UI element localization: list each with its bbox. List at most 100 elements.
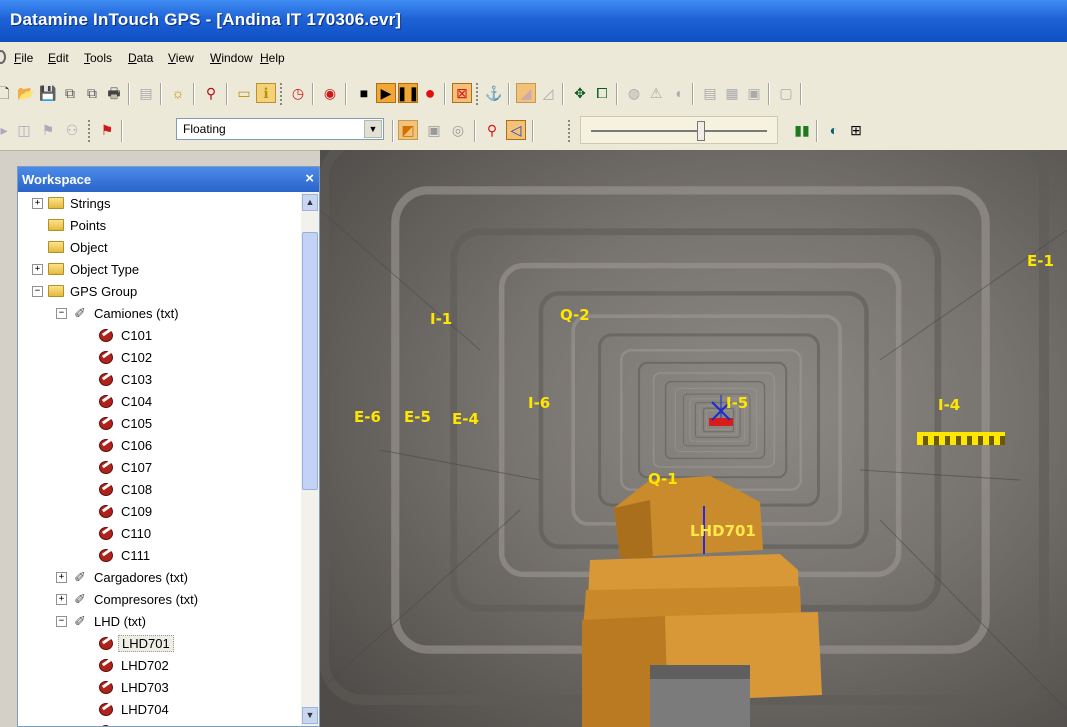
track-icon[interactable]: ▸ bbox=[0, 120, 14, 140]
collapse-icon[interactable]: − bbox=[56, 615, 67, 627]
speed-slider[interactable] bbox=[580, 116, 778, 144]
print-icon[interactable]: 🖶 bbox=[104, 83, 124, 103]
marker-icon[interactable]: ⚲ bbox=[201, 83, 221, 103]
tree-item-vehicle[interactable]: C111 bbox=[98, 544, 153, 566]
gps-target-icon[interactable]: ◉ bbox=[320, 83, 340, 103]
view-top-icon[interactable]: ◩ bbox=[398, 120, 418, 140]
flag-list-icon[interactable]: ⚑ bbox=[38, 120, 58, 140]
tree-item-vehicle[interactable]: C103 bbox=[98, 368, 155, 390]
tree-item-vehicle[interactable]: LHD701 bbox=[98, 632, 174, 654]
tree-item-vehicle[interactable]: LHD703 bbox=[98, 676, 172, 698]
menu-tools[interactable]: Tools bbox=[84, 51, 112, 65]
stop-icon[interactable]: ■ bbox=[354, 83, 374, 103]
warning-icon[interactable]: ⚠ bbox=[646, 83, 666, 103]
grid-c-icon[interactable]: ▣ bbox=[744, 83, 764, 103]
expand-icon[interactable]: + bbox=[32, 197, 43, 209]
new-file-icon[interactable]: 🗋 bbox=[0, 83, 14, 103]
expand-icon[interactable]: + bbox=[32, 263, 43, 275]
follow-icon[interactable]: ◢ bbox=[516, 83, 536, 103]
view-orbit-icon[interactable]: ◎ bbox=[448, 120, 468, 140]
flag-icon[interactable]: ⚑ bbox=[97, 120, 117, 140]
save-icon[interactable]: 💾 bbox=[38, 83, 58, 103]
record-icon[interactable]: ● bbox=[420, 83, 440, 103]
slider-thumb[interactable] bbox=[697, 121, 706, 141]
tree-item-vehicle[interactable]: C108 bbox=[98, 478, 155, 500]
ruler-icon[interactable]: ▭ bbox=[234, 83, 254, 103]
menu-edit[interactable]: Edit bbox=[48, 51, 69, 65]
play-icon[interactable]: ▶ bbox=[376, 83, 396, 103]
expand-icon[interactable]: + bbox=[56, 571, 67, 583]
view-front-icon[interactable]: ▣ bbox=[424, 120, 444, 140]
eye-icon[interactable]: ◍ bbox=[624, 83, 644, 103]
close-icon[interactable]: × bbox=[305, 170, 314, 187]
tree-item-folder[interactable]: − GPS Group bbox=[32, 280, 140, 302]
tree-item-vehicle[interactable]: LHD704 bbox=[98, 698, 172, 720]
scroll-thumb[interactable] bbox=[302, 232, 318, 490]
tree-item-label: C110 bbox=[121, 525, 152, 541]
view-direction-icon[interactable]: ◁ bbox=[506, 120, 526, 140]
preview-icon[interactable]: ▤ bbox=[136, 83, 156, 103]
info-tool-icon[interactable]: ℹ bbox=[256, 83, 276, 103]
chevron-down-icon[interactable]: ▼ bbox=[364, 120, 382, 138]
tree-item-label: LHD (txt) bbox=[94, 613, 146, 629]
tree-item-folder[interactable]: + Strings bbox=[32, 192, 113, 214]
tree-item-group[interactable]: − ✐ LHD (txt) bbox=[56, 610, 149, 632]
tree-item-group[interactable]: − ✐ Camiones (txt) bbox=[56, 302, 182, 324]
tree-item-vehicle[interactable]: LHD705 bbox=[98, 720, 172, 726]
tree-item-vehicle[interactable]: C104 bbox=[98, 390, 155, 412]
clock-record-icon[interactable]: ◷ bbox=[288, 83, 308, 103]
tree-item-vehicle[interactable]: C110 bbox=[98, 522, 154, 544]
menu-help[interactable]: Help bbox=[260, 51, 285, 65]
anchor-icon[interactable]: ⚓ bbox=[484, 83, 504, 103]
sound-icon[interactable]: ◖ bbox=[668, 83, 688, 103]
camera-icon[interactable]: ◫ bbox=[14, 120, 34, 140]
clear-icon[interactable]: ⊠ bbox=[452, 83, 472, 103]
workspace-scrollbar[interactable]: ▲ ▼ bbox=[301, 192, 319, 726]
collapse-icon[interactable]: − bbox=[56, 307, 67, 319]
grid-icon[interactable]: ⊞ bbox=[846, 120, 866, 140]
save-copy-icon[interactable]: ⧉ bbox=[82, 83, 102, 103]
tree-item-label: GPS Group bbox=[70, 283, 138, 299]
menu-window[interactable]: Window bbox=[210, 51, 253, 65]
scroll-up-icon[interactable]: ▲ bbox=[302, 194, 318, 211]
signal-icon[interactable]: ▮▮ bbox=[792, 120, 812, 140]
collapse-icon[interactable]: − bbox=[32, 285, 43, 297]
tunnel-3d-view[interactable]: E-1 I-1 Q-2 E-6 E-5 E-4 I-6 I-5 I-4 Q-1 … bbox=[320, 150, 1067, 727]
tree-item-group[interactable]: + ✐ Compresores (txt) bbox=[56, 588, 201, 610]
system-menu-icon[interactable] bbox=[0, 50, 6, 64]
tree-item-folder[interactable]: Object bbox=[32, 236, 111, 258]
tree-item-vehicle[interactable]: C101 bbox=[98, 324, 155, 346]
tree-item-vehicle[interactable]: C106 bbox=[98, 434, 155, 456]
tree-item-group[interactable]: + ✐ Cargadores (txt) bbox=[56, 566, 191, 588]
extra-icon[interactable]: ▢ bbox=[776, 83, 796, 103]
pause-icon[interactable]: ❚❚ bbox=[396, 83, 420, 103]
tilt-icon[interactable]: ◿ bbox=[538, 83, 558, 103]
pin-icon[interactable]: ⚲ bbox=[482, 120, 502, 140]
scroll-down-icon[interactable]: ▼ bbox=[302, 707, 318, 724]
vehicle-icon bbox=[98, 657, 116, 673]
save-all-icon[interactable]: ⧉ bbox=[60, 83, 80, 103]
grid-b-icon[interactable]: ▦ bbox=[722, 83, 742, 103]
move-icon[interactable]: ✥ bbox=[570, 83, 590, 103]
tree-item-vehicle[interactable]: LHD702 bbox=[98, 654, 172, 676]
tree-item-vehicle[interactable]: C102 bbox=[98, 346, 155, 368]
tree-item-vehicle[interactable]: C109 bbox=[98, 500, 155, 522]
gps-group-icon: ✐ bbox=[74, 304, 86, 321]
title-bar[interactable]: Datamine InTouch GPS - [Andina IT 170306… bbox=[0, 0, 1067, 42]
light-icon[interactable]: ☼ bbox=[168, 83, 188, 103]
grid-a-icon[interactable]: ▤ bbox=[700, 83, 720, 103]
measure-icon[interactable]: ◐ bbox=[824, 120, 844, 140]
vehicle-label-lhd701[interactable]: LHD701 bbox=[690, 522, 756, 540]
tree-item-vehicle[interactable]: C107 bbox=[98, 456, 155, 478]
menu-file[interactable]: File bbox=[14, 51, 33, 65]
open-folder-icon[interactable]: 📂 bbox=[16, 83, 36, 103]
tree-item-folder[interactable]: + Object Type bbox=[32, 258, 142, 280]
window-icon[interactable]: ⧠ bbox=[592, 83, 612, 103]
tree-item-vehicle[interactable]: C105 bbox=[98, 412, 155, 434]
tree-item-folder[interactable]: Points bbox=[32, 214, 109, 236]
menu-data[interactable]: Data bbox=[128, 51, 153, 65]
menu-view[interactable]: View bbox=[168, 51, 194, 65]
view-mode-select[interactable]: Floating ▼ bbox=[176, 118, 384, 140]
expand-icon[interactable]: + bbox=[56, 593, 67, 605]
group-icon[interactable]: ⚇ bbox=[62, 120, 82, 140]
